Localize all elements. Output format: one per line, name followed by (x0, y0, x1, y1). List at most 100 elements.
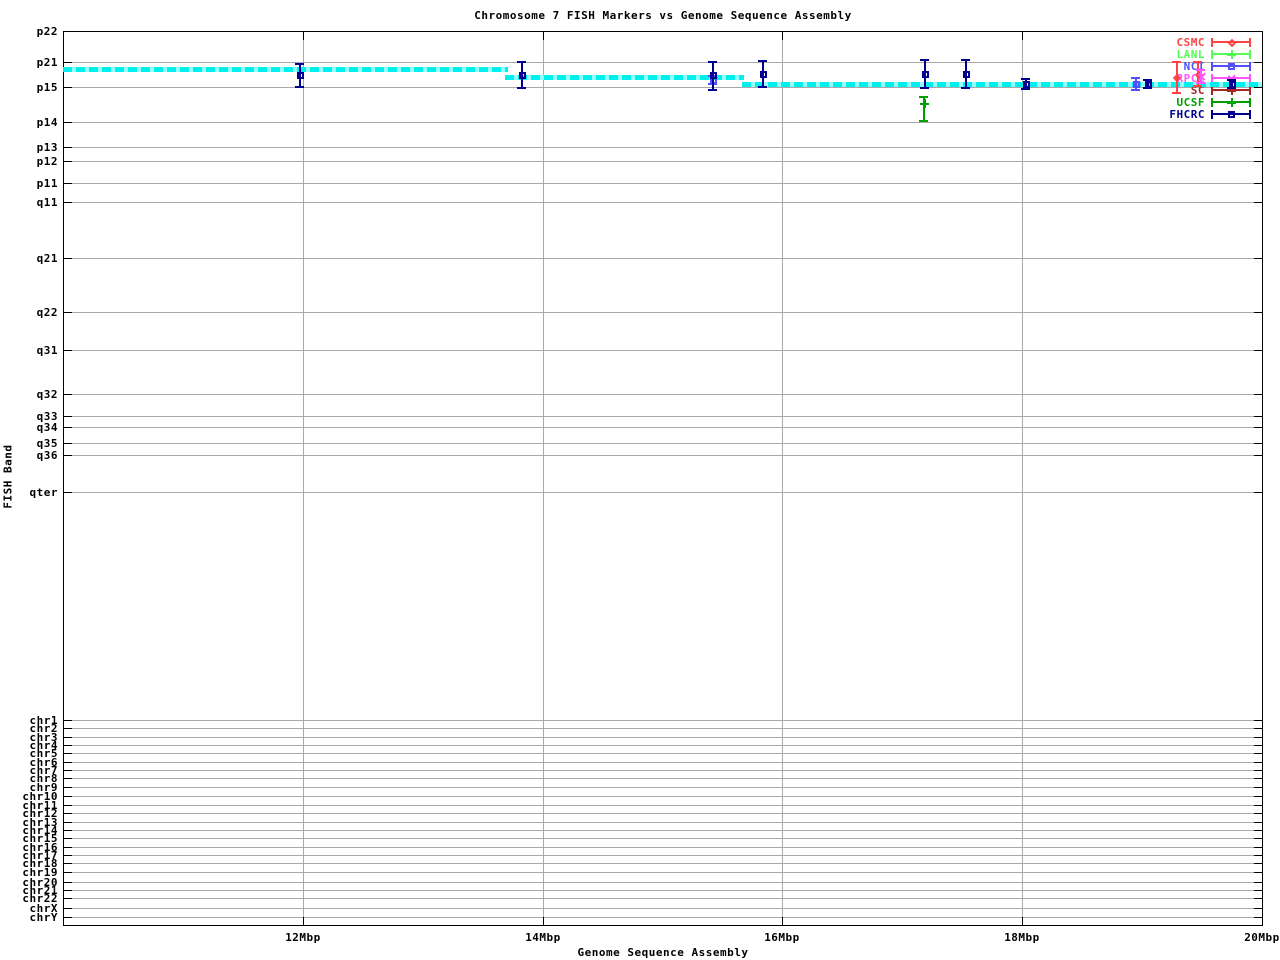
y-tick-right (1254, 796, 1262, 797)
error-bar-cap (920, 87, 930, 89)
y-tick-right (1254, 805, 1262, 806)
y-tick-right (1254, 443, 1262, 444)
marker-square (1228, 111, 1235, 118)
y-axis-label: p13 (36, 141, 58, 154)
x-tick-bottom (543, 917, 544, 925)
data-point-fhcrc (1144, 80, 1153, 89)
data-point-fhcrc (1228, 80, 1237, 89)
y-tick-left (64, 898, 72, 899)
data-point-fhcrc (296, 71, 305, 80)
marker-square (1228, 63, 1235, 70)
y-tick-left (64, 455, 72, 456)
y-tick-right (1254, 728, 1262, 729)
y-tick-left (64, 183, 72, 184)
plot-area: p22 p21 p15 p14 p13 p12 p11 q11 q21 q22 q31 q32 q33 q… (0, 0, 1280, 960)
marker-square (922, 71, 930, 78)
error-bar-cap (1131, 77, 1141, 79)
x-tick-bottom (1022, 917, 1023, 925)
legend-marker-nci (1227, 62, 1236, 71)
y-tick-left (64, 847, 72, 848)
y-axis-label: q11 (36, 196, 58, 209)
y-tick-right (1254, 890, 1262, 891)
y-tick-right (1254, 813, 1262, 814)
legend-label-ucsf: UCSF (1176, 96, 1205, 109)
y-axis-label: q21 (36, 252, 58, 265)
legend-sample-cap (1211, 110, 1213, 119)
y-tick-left (64, 838, 72, 839)
error-bar-cap (295, 63, 305, 65)
data-point-fhcrc (709, 71, 718, 80)
y-axis-label: q34 (36, 421, 58, 434)
y-axis-label: qter (29, 486, 58, 499)
data-point-fhcrc (962, 70, 971, 79)
x-tick-top (303, 32, 304, 40)
y-tick-left (64, 753, 72, 754)
x-axis-label: 20Mbp (1244, 931, 1280, 944)
y-tick-left (64, 855, 72, 856)
data-point-fhcrc (1022, 80, 1031, 89)
y-tick-right (1254, 312, 1262, 313)
data-point-csmc (1173, 73, 1182, 82)
error-bar-cap (1195, 69, 1205, 71)
error-bar-cap (960, 59, 970, 61)
y-tick-left (64, 147, 72, 148)
legend-sample-cap (1249, 62, 1251, 71)
legend-sample-cap (1211, 98, 1213, 107)
y-tick-left (64, 917, 72, 918)
x-tick-bottom (1262, 917, 1263, 925)
x-tick-bottom (303, 917, 304, 925)
error-bar-cap (517, 87, 527, 89)
y-axis-label: q33 (36, 410, 58, 423)
y-tick-right (1254, 394, 1262, 395)
legend-marker-lanl (1227, 50, 1236, 59)
x-axis-label: 14Mbp (525, 931, 561, 944)
x-tick-top (543, 32, 544, 40)
marker-plus-h (1227, 54, 1236, 56)
y-tick-right (1254, 87, 1262, 88)
marker-square (709, 72, 717, 79)
marker-plus-h (919, 103, 929, 105)
y-tick-right (1254, 838, 1262, 839)
data-point-rpci (1197, 72, 1206, 81)
y-tick-left (64, 258, 72, 259)
y-axis-label: chrY (29, 911, 58, 924)
y-tick-left (64, 908, 72, 909)
y-tick-right (1254, 147, 1262, 148)
error-bar-cap (1171, 61, 1181, 63)
y-axis-label: p11 (36, 177, 58, 190)
x-axis-label: 12Mbp (285, 931, 321, 944)
legend-sample-cap (1249, 110, 1251, 119)
error-bar-cap (918, 96, 928, 98)
x-axis-label: 16Mbp (764, 931, 800, 944)
y-tick-left (64, 872, 72, 873)
y-tick-left (64, 863, 72, 864)
y-tick-right (1254, 770, 1262, 771)
y-tick-right (1254, 908, 1262, 909)
y-tick-left (64, 312, 72, 313)
legend-marker-csmc (1227, 38, 1236, 47)
y-axis-label: p15 (36, 81, 58, 94)
y-tick-left (64, 394, 72, 395)
y-tick-left (64, 728, 72, 729)
y-tick-left (64, 813, 72, 814)
assembly-track-segment (63, 67, 508, 72)
y-tick-right (1254, 778, 1262, 779)
marker-square (1229, 81, 1237, 88)
chart-canvas: Chromosome 7 FISH Markers vs Genome Sequ… (0, 0, 1280, 960)
error-bar-cap (295, 86, 305, 88)
y-tick-right (1254, 872, 1262, 873)
y-tick-right (1254, 737, 1262, 738)
y-axis-label: q32 (36, 388, 58, 401)
error-bar-cap (1131, 89, 1141, 91)
y-tick-left (64, 122, 72, 123)
y-tick-left (64, 805, 72, 806)
y-axis-label: q35 (36, 437, 58, 450)
legend-sample-cap (1211, 62, 1213, 71)
y-tick-left (64, 890, 72, 891)
marker-plus-h (1227, 90, 1236, 92)
y-axis-label: p12 (36, 155, 58, 168)
data-point-fhcrc (759, 70, 768, 79)
x-tick-top (782, 32, 783, 40)
error-bar-cap (1193, 85, 1203, 87)
data-point-fhcrc (518, 71, 527, 80)
